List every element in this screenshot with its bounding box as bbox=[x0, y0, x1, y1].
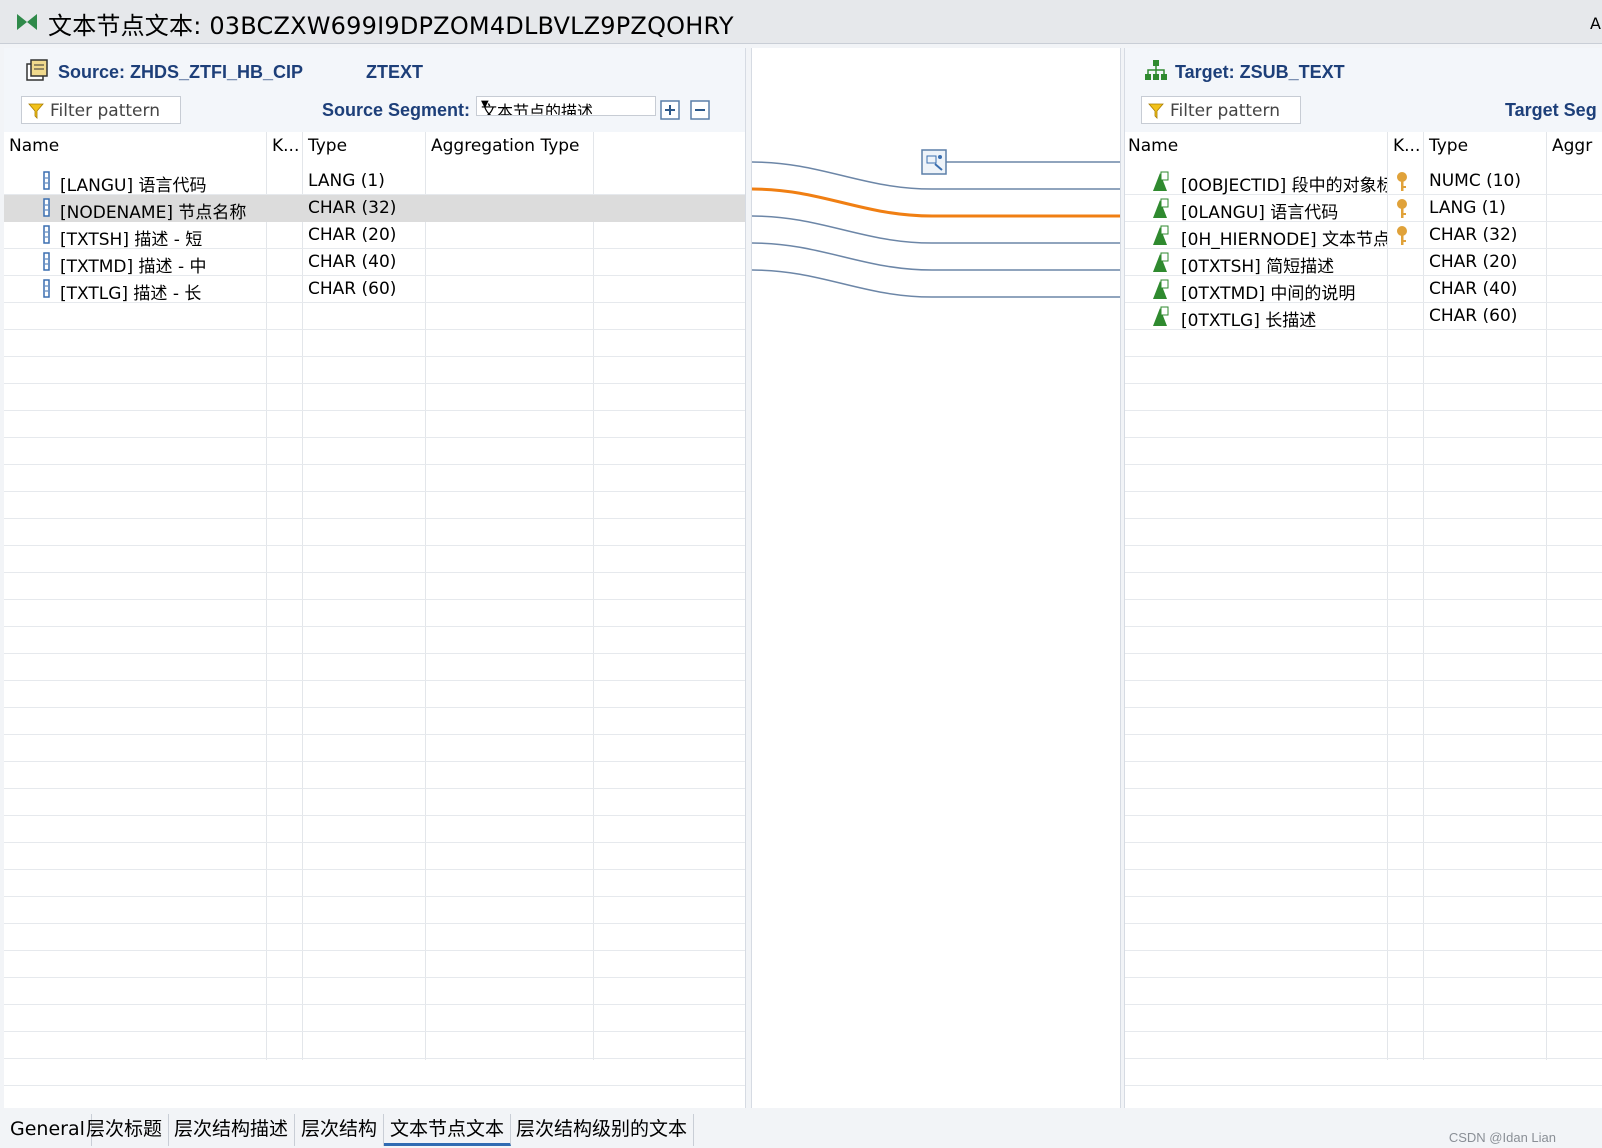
table-row[interactable]: [TXTMD] 描述 - 中 CHAR (40) bbox=[4, 249, 745, 277]
chevron-down-icon: ▼ bbox=[481, 99, 489, 110]
field-name: [NODENAME] 节点名称 bbox=[60, 203, 247, 223]
target-filter-field[interactable] bbox=[1141, 96, 1301, 124]
field-type: LANG (1) bbox=[1429, 198, 1506, 218]
target-field-table: Name K... Type Aggr [0OBJECTID] 段中的对象标 NU… bbox=[1125, 132, 1602, 1108]
field-name: [TXTSH] 描述 - 短 bbox=[60, 230, 203, 250]
watermark: CSDN @Idan Lian bbox=[1448, 1130, 1556, 1145]
filter-icon bbox=[1148, 103, 1164, 119]
expand-all-icon[interactable] bbox=[660, 100, 680, 120]
tab-hierarchy-header[interactable]: 层次标题 bbox=[80, 1114, 170, 1146]
target-title: Target: ZSUB_TEXT bbox=[1175, 62, 1345, 82]
infoobject-icon bbox=[1153, 198, 1169, 218]
field-name: [0LANGU] 语言代码 bbox=[1181, 203, 1339, 223]
field-name: [0OBJECTID] 段中的对象标 bbox=[1181, 176, 1387, 196]
col-header-aggregation[interactable]: Aggregation Type bbox=[431, 136, 580, 156]
field-type: CHAR (40) bbox=[308, 252, 397, 272]
editor-title-bar: 文本节点文本: 03BCZXW699I9DPZOM4DLBVLZ9PZQOHRY… bbox=[0, 0, 1602, 44]
field-icon bbox=[43, 198, 50, 217]
tab-hierarchy-description[interactable]: 层次结构描述 bbox=[168, 1114, 296, 1146]
source-segment-dropdown[interactable]: 文本节点的描述 ▼ bbox=[476, 96, 656, 116]
target-panel: Target: ZSUB_TEXT Target Seg Name K... T… bbox=[1124, 48, 1602, 1108]
col-header-key[interactable]: K... bbox=[1393, 136, 1420, 156]
field-icon bbox=[43, 171, 50, 190]
table-row[interactable]: [0TXTMD] 中间的说明 CHAR (40) bbox=[1125, 276, 1602, 304]
table-row[interactable]: [0TXTLG] 长描述 CHAR (60) bbox=[1125, 303, 1602, 331]
mapping-link[interactable] bbox=[752, 215, 1121, 244]
table-row[interactable]: [0H_HIERNODE] 文本节点 CHAR (32) bbox=[1125, 222, 1602, 250]
field-type: CHAR (60) bbox=[308, 279, 397, 299]
table-row[interactable]: [0LANGU] 语言代码 LANG (1) bbox=[1125, 195, 1602, 223]
field-name: [TXTMD] 描述 - 中 bbox=[60, 257, 207, 277]
field-type: LANG (1) bbox=[308, 171, 385, 191]
mapping-link[interactable] bbox=[752, 187, 1121, 218]
mapping-area bbox=[751, 48, 1121, 1108]
field-type: CHAR (32) bbox=[308, 198, 397, 218]
target-segment-label: Target Seg bbox=[1505, 100, 1597, 120]
mapping-lines bbox=[752, 149, 1121, 298]
col-header-name[interactable]: Name bbox=[1128, 136, 1178, 156]
transformation-icon bbox=[17, 14, 37, 30]
infoobject-icon bbox=[1153, 279, 1169, 299]
col-header-name[interactable]: Name bbox=[9, 136, 59, 156]
mapping-link[interactable] bbox=[752, 269, 1121, 298]
field-type: CHAR (60) bbox=[1429, 306, 1518, 326]
source-title: Source: ZHDS_ZTFI_HB_CIP bbox=[58, 62, 304, 82]
tab-hierarchy-level-text[interactable]: 层次结构级别的文本 bbox=[510, 1114, 695, 1146]
field-icon bbox=[43, 279, 50, 298]
table-row[interactable]: [0OBJECTID] 段中的对象标 NUMC (10) bbox=[1125, 168, 1602, 196]
field-name: [0TXTLG] 长描述 bbox=[1181, 311, 1317, 331]
key-icon bbox=[1397, 199, 1407, 218]
infoobject-icon bbox=[1153, 306, 1169, 326]
col-header-type[interactable]: Type bbox=[308, 136, 347, 156]
title-cut-label: A bbox=[1590, 14, 1601, 33]
hierarchy-icon bbox=[1145, 60, 1167, 80]
collapse-all-icon[interactable] bbox=[690, 100, 710, 120]
infoobject-icon bbox=[1153, 225, 1169, 245]
col-header-key[interactable]: K... bbox=[272, 136, 299, 156]
field-type: CHAR (20) bbox=[1429, 252, 1518, 272]
source-segment-label: Source Segment: bbox=[322, 100, 471, 120]
tab-text-node-text[interactable]: 文本节点文本 bbox=[384, 1114, 512, 1146]
source-segment-name: ZTEXT bbox=[366, 62, 423, 82]
editor-title: 文本节点文本: 03BCZXW699I9DPZOM4DLBVLZ9PZQOHRY bbox=[48, 12, 734, 40]
tab-general[interactable]: General bbox=[4, 1114, 92, 1146]
source-panel: Source: ZHDS_ZTFI_HB_CIP ZTEXT Source Se… bbox=[4, 48, 746, 1108]
field-name: [0TXTMD] 中间的说明 bbox=[1181, 284, 1356, 304]
key-icon bbox=[1397, 226, 1407, 245]
field-name: [LANGU] 语言代码 bbox=[60, 176, 207, 196]
tab-hierarchy-structure[interactable]: 层次结构 bbox=[295, 1114, 385, 1146]
field-type: CHAR (40) bbox=[1429, 279, 1518, 299]
filter-icon bbox=[28, 103, 44, 119]
table-row[interactable]: [NODENAME] 节点名称 CHAR (32) bbox=[4, 195, 745, 223]
editor-tabs: General 层次标题 层次结构描述 层次结构 文本节点文本 层次结构级别的文… bbox=[0, 1108, 1602, 1148]
target-header: Target: ZSUB_TEXT Target Seg bbox=[1125, 48, 1602, 132]
field-name: [0H_HIERNODE] 文本节点 bbox=[1181, 230, 1387, 250]
mapping-link[interactable] bbox=[752, 242, 1121, 271]
table-row[interactable]: [TXTLG] 描述 - 长 CHAR (60) bbox=[4, 276, 745, 304]
target-filter-input[interactable] bbox=[1168, 99, 1300, 123]
field-icon bbox=[43, 252, 50, 271]
source-filter-input[interactable] bbox=[48, 99, 180, 123]
infoobject-icon bbox=[1153, 252, 1169, 272]
source-filter-field[interactable] bbox=[21, 96, 181, 124]
field-icon bbox=[43, 225, 50, 244]
table-row[interactable]: [TXTSH] 描述 - 短 CHAR (20) bbox=[4, 222, 745, 250]
col-header-aggregation[interactable]: Aggr bbox=[1552, 136, 1592, 156]
field-name: [TXTLG] 描述 - 长 bbox=[60, 284, 202, 304]
key-icon bbox=[1397, 172, 1407, 191]
field-type: NUMC (10) bbox=[1429, 171, 1521, 191]
field-type: CHAR (32) bbox=[1429, 225, 1518, 245]
field-type: CHAR (20) bbox=[308, 225, 397, 245]
datasource-icon bbox=[26, 59, 48, 81]
col-header-type[interactable]: Type bbox=[1429, 136, 1468, 156]
source-field-table: Name K... Type Aggregation Type [LANGU] … bbox=[4, 132, 745, 1108]
table-row[interactable]: [LANGU] 语言代码 LANG (1) bbox=[4, 168, 745, 196]
infoobject-icon bbox=[1153, 171, 1169, 191]
source-header: Source: ZHDS_ZTFI_HB_CIP ZTEXT Source Se… bbox=[4, 48, 745, 132]
field-name: [0TXTSH] 简短描述 bbox=[1181, 257, 1335, 277]
table-row[interactable]: [0TXTSH] 简短描述 CHAR (20) bbox=[1125, 249, 1602, 277]
formula-rule-icon[interactable] bbox=[921, 149, 947, 175]
